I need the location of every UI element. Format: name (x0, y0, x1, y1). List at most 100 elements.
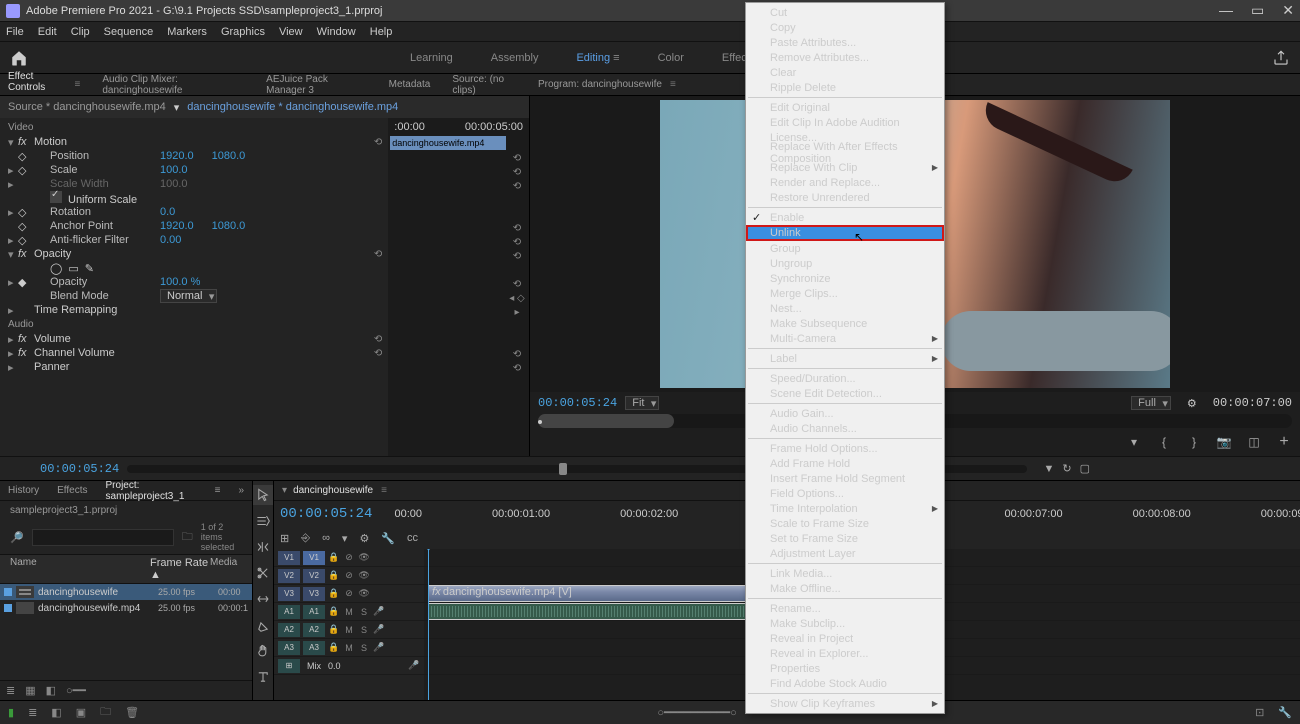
voiceover-icon[interactable]: 🎤 (373, 606, 385, 617)
fx-badge-icon[interactable]: fx (18, 136, 30, 148)
home-icon[interactable] (10, 49, 28, 67)
context-menu-item[interactable]: Find Adobe Stock Audio (746, 676, 944, 691)
context-menu-item[interactable]: Replace With After Effects Composition (746, 145, 944, 160)
keyframe-nav-icon[interactable]: ⟲ (509, 166, 525, 180)
context-menu-item[interactable]: Label▶ (746, 351, 944, 366)
context-menu-item[interactable]: Cut (746, 5, 944, 20)
lock-icon[interactable]: 🔒 (328, 588, 340, 599)
wrench-icon[interactable]: 🔧 (1278, 706, 1292, 719)
panel-tab[interactable]: Source: (no clips) (452, 74, 522, 96)
track-target[interactable]: A2 (303, 623, 325, 637)
flicker-value[interactable]: 0.00 (160, 234, 181, 246)
keyframe-nav-icon[interactable]: ⟲ (509, 278, 525, 292)
project-tab[interactable]: Project: sampleproject3_1 (106, 480, 193, 502)
context-menu-item[interactable]: Remove Attributes... (746, 50, 944, 65)
timeline-tab[interactable]: dancinghousewife (293, 485, 373, 496)
source-patch[interactable]: V1 (278, 551, 300, 565)
menu-window[interactable]: Window (317, 26, 356, 38)
snap-icon[interactable]: ⎆ (301, 532, 310, 545)
workspace-tab-color[interactable]: Color (658, 52, 684, 64)
timeline-timecode[interactable]: 00:00:05:24 (280, 506, 372, 522)
zoom-fit-dropdown[interactable]: Fit (625, 396, 659, 410)
keyframe-nav-icon[interactable]: ⟲ (509, 362, 525, 376)
twirl-icon[interactable]: ▾ (8, 248, 18, 261)
eye-icon[interactable]: 👁 (358, 570, 370, 581)
audio-track-header[interactable]: A2A2🔒MS🎤 (274, 621, 424, 639)
context-menu-item[interactable]: Audio Channels... (746, 421, 944, 436)
razor-tool[interactable] (253, 563, 273, 583)
marker-icon[interactable]: ▾ (1126, 434, 1142, 450)
context-menu-item[interactable]: Edit Clip In Adobe Audition (746, 115, 944, 130)
workspace-tab-editing[interactable]: Editing ≡ (576, 52, 619, 64)
nest-icon[interactable]: ⊞ (280, 532, 289, 545)
project-item-row[interactable]: dancinghousewife25.00 fps00:00 (0, 584, 252, 600)
solo-icon[interactable]: S (358, 625, 370, 635)
context-menu-item[interactable]: Rename... (746, 601, 944, 616)
loop-icon[interactable]: ↻ (1062, 462, 1071, 475)
context-menu-item[interactable]: Scene Edit Detection... (746, 386, 944, 401)
context-menu-item[interactable]: Edit Original (746, 100, 944, 115)
effect-footer-timecode[interactable]: 00:00:05:24 (40, 462, 119, 476)
linked-selection-icon[interactable]: ∞ (322, 532, 330, 544)
solo-icon[interactable]: S (358, 607, 370, 617)
keyframe-toggle-icon[interactable]: ◇ (18, 164, 30, 177)
menu-graphics[interactable]: Graphics (221, 26, 265, 38)
position-y[interactable]: 1080.0 (212, 150, 246, 162)
context-menu-item[interactable]: ✓Enable (746, 210, 944, 225)
twirl-icon[interactable]: ▸ (8, 164, 18, 177)
menu-markers[interactable]: Markers (167, 26, 207, 38)
time-remapping-label[interactable]: Time Remapping (30, 304, 180, 316)
uniform-scale-checkbox[interactable] (50, 191, 62, 203)
col-name[interactable]: Name (10, 557, 150, 581)
source-patch[interactable]: A2 (278, 623, 300, 637)
keyframe-toggle-icon[interactable]: ◇ (18, 150, 30, 163)
eye-icon[interactable]: 👁 (358, 552, 370, 563)
source-patch[interactable]: A1 (278, 605, 300, 619)
fx-badge-icon[interactable]: fx (18, 347, 30, 359)
keyframe-toggle-icon[interactable]: ◇ (18, 220, 30, 233)
panel-menu-icon[interactable]: ≡ (215, 485, 221, 496)
pen-tool[interactable] (253, 615, 273, 635)
mix-value[interactable]: 0.0 (324, 661, 341, 671)
effect-controls-timeline[interactable]: :00:00 00:00:05:00 dancinghousewife.mp4 … (388, 118, 529, 456)
context-menu-item[interactable]: Adjustment Layer (746, 546, 944, 561)
out-point-icon[interactable]: } (1186, 434, 1202, 450)
source-patch[interactable]: V3 (278, 587, 300, 601)
in-point-icon[interactable]: { (1156, 434, 1172, 450)
close-button[interactable]: ✕ (1282, 2, 1294, 19)
opacity-value[interactable]: 100.0 % (160, 276, 200, 288)
context-menu-item[interactable]: Copy (746, 20, 944, 35)
maximize-button[interactable]: ▭ (1251, 2, 1264, 19)
list-view-icon[interactable]: ≣ (28, 706, 37, 719)
reset-icon[interactable]: ⟲ (374, 249, 382, 260)
ripple-edit-tool[interactable] (253, 537, 273, 557)
workspace-tab-learning[interactable]: Learning (410, 52, 453, 64)
source-patch[interactable]: V2 (278, 569, 300, 583)
new-item-icon[interactable]: ▣ (76, 706, 86, 719)
playhead[interactable] (428, 549, 429, 700)
mask-ellipse-icon[interactable]: ◯ (50, 263, 62, 275)
keyframe-nav-icon[interactable]: ⟲ (509, 348, 525, 362)
mask-pen-icon[interactable]: ✎ (85, 263, 94, 275)
menu-edit[interactable]: Edit (38, 26, 57, 38)
lock-icon[interactable]: 🔒 (328, 606, 340, 617)
menu-sequence[interactable]: Sequence (104, 26, 154, 38)
project-search-input[interactable] (32, 529, 174, 546)
slip-tool[interactable] (253, 589, 273, 609)
sequence-clip-label[interactable]: dancinghousewife * dancinghousewife.mp4 (187, 101, 398, 113)
panel-menu-icon[interactable]: ≡ (75, 79, 81, 90)
compare-icon[interactable]: ◫ (1246, 434, 1262, 450)
track-target[interactable]: V2 (303, 569, 325, 583)
context-menu-item[interactable]: Properties (746, 661, 944, 676)
context-menu-item[interactable]: Show Clip Keyframes▶ (746, 696, 944, 711)
trash-icon[interactable]: 🗑 (125, 706, 139, 719)
track-target[interactable]: V1 (303, 551, 325, 565)
context-menu-item[interactable]: Ripple Delete (746, 80, 944, 95)
lock-icon[interactable]: 🔒 (328, 642, 340, 653)
mix-patch[interactable]: ⊞ (278, 659, 300, 673)
panel-menu-icon[interactable]: ≡ (670, 79, 676, 90)
twirl-icon[interactable]: ▾ (8, 136, 18, 149)
zoom-out-icon[interactable]: ○━━━━━━━━━━○ (657, 706, 737, 719)
menu-view[interactable]: View (279, 26, 303, 38)
motion-effect-label[interactable]: Motion (30, 136, 180, 148)
